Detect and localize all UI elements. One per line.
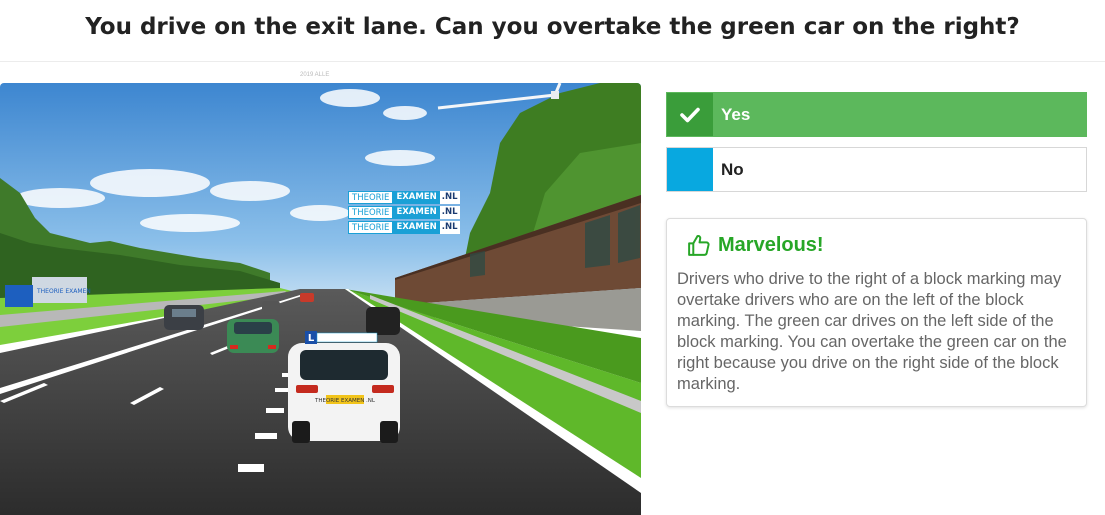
feedback-panel: Marvelous! Drivers who drive to the righ… [666, 218, 1087, 407]
theorie-examen-sign: THEORIE EXAMEN .NL [348, 221, 460, 234]
green-car [227, 319, 279, 353]
highway-scene: THEORIE EXAMEN THEORIE EXAMEN .NL L [0, 83, 641, 515]
answer-label: Yes [721, 104, 751, 124]
question-title: You drive on the exit lane. Can you over… [0, 0, 1105, 62]
feedback-title: Marvelous! [718, 234, 824, 256]
theorie-examen-sign: THEORIE EXAMEN .NL [348, 206, 460, 219]
theorie-examen-sign: THEORIE EXAMEN .NL [348, 191, 460, 204]
image-watermark: 2019 ALLE [300, 72, 330, 78]
answer-marker [667, 93, 713, 136]
thumbs-up-icon [688, 235, 710, 256]
answer-yes-button[interactable]: Yes [666, 92, 1087, 137]
answer-marker [667, 148, 713, 191]
question-image: THEORIE EXAMEN THEORIE EXAMEN .NL L THEO… [0, 83, 641, 515]
feedback-explanation: Drivers who drive to the right of a bloc… [677, 270, 1067, 393]
learner-car: THEORIE EXAMEN .NL L [288, 331, 400, 443]
answer-no-button[interactable]: No [666, 147, 1087, 192]
truck-label: THEORIE EXAMEN [36, 288, 91, 295]
car-plate: THEORIE EXAMEN .NL [314, 398, 376, 404]
learner-plate: L [308, 333, 315, 344]
answer-label: No [721, 159, 744, 179]
check-icon [680, 107, 700, 122]
feedback-header: Marvelous! [686, 233, 824, 258]
